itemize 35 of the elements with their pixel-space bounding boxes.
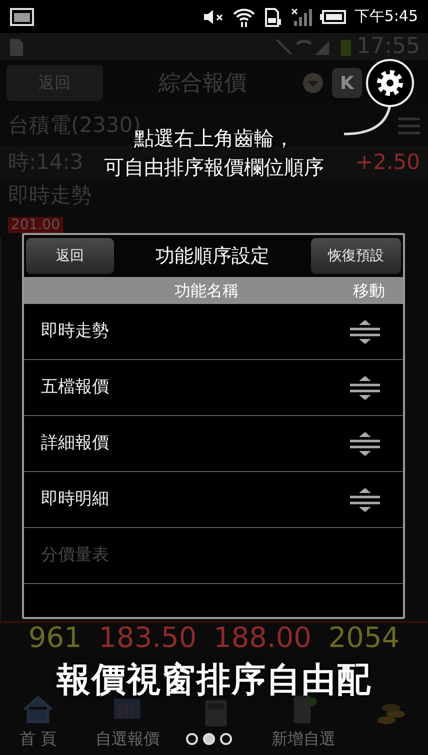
price-change: +2.50 — [356, 149, 420, 176]
drag-handle-icon[interactable] — [349, 430, 381, 456]
list-row[interactable]: 詳細報價 — [24, 416, 403, 472]
tip-text: 可自由排序報價欄位順序 — [104, 154, 324, 181]
wifi-icon — [232, 6, 256, 28]
drag-handle-icon[interactable] — [349, 374, 381, 400]
drag-handle-icon[interactable] — [349, 486, 381, 512]
dialog-title: 功能順序設定 — [156, 244, 270, 269]
nav-label[interactable]: 新增自選 — [271, 727, 336, 751]
status-time: 下午5:45 — [354, 6, 418, 28]
nav-label[interactable]: 首 頁 — [19, 727, 57, 751]
sd-card-icon — [264, 6, 282, 26]
battery-icon — [320, 8, 346, 24]
quote-value: 961 — [28, 623, 82, 653]
nav-label[interactable]: 自選報價 — [96, 727, 160, 751]
price-tag: 201.00 — [8, 217, 63, 233]
page-dot[interactable] — [220, 733, 232, 745]
k-line-button[interactable]: K — [332, 68, 362, 98]
battery-icon — [340, 38, 351, 56]
list-row[interactable]: 五檔報價 — [24, 360, 403, 416]
mute-icon — [202, 8, 224, 26]
caption-text: 報價視窗排序自由配 — [56, 660, 372, 700]
reset-default-button[interactable]: 恢復預設 — [311, 238, 401, 274]
picture-icon — [10, 6, 34, 26]
list-row[interactable]: 即時走勢 — [24, 304, 403, 360]
list-row[interactable]: 即時明細 — [24, 472, 403, 528]
quote-value: 183.50 — [98, 623, 197, 653]
page-dot[interactable] — [186, 733, 198, 745]
signal-icon — [290, 6, 312, 26]
quote-value: 2054 — [328, 623, 400, 653]
drag-handle-icon[interactable] — [349, 318, 381, 344]
quote-value: 188.00 — [214, 623, 312, 653]
sim-icon — [8, 36, 26, 56]
back-button[interactable]: 返回 — [26, 238, 114, 274]
column-header: 功能名稱 移動 — [24, 277, 403, 304]
